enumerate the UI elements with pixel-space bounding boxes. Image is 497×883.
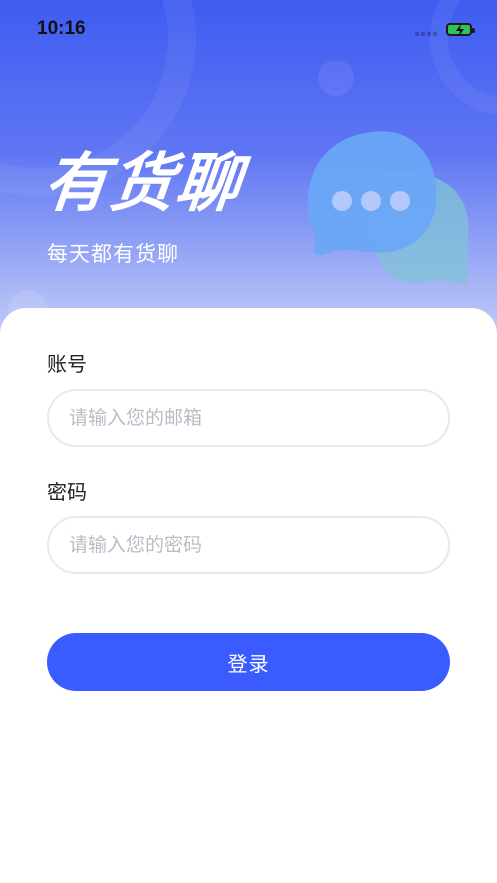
battery-charging-icon bbox=[446, 23, 475, 36]
password-input[interactable] bbox=[47, 516, 450, 574]
account-label: 账号 bbox=[47, 352, 87, 376]
hero-banner: 10:16 有货聊 每天都有货聊 bbox=[0, 0, 497, 340]
status-time: 10:16 bbox=[37, 18, 86, 39]
signal-dots-icon bbox=[415, 32, 437, 36]
decor-ring bbox=[430, 0, 497, 116]
app-title: 有货聊 bbox=[40, 147, 246, 221]
login-button[interactable]: 登录 bbox=[47, 633, 450, 691]
app-slogan: 每天都有货聊 bbox=[47, 242, 179, 266]
decor-dot bbox=[318, 60, 354, 96]
chat-bubbles-icon bbox=[307, 131, 469, 285]
password-label: 密码 bbox=[47, 480, 87, 504]
email-input[interactable] bbox=[47, 389, 450, 447]
